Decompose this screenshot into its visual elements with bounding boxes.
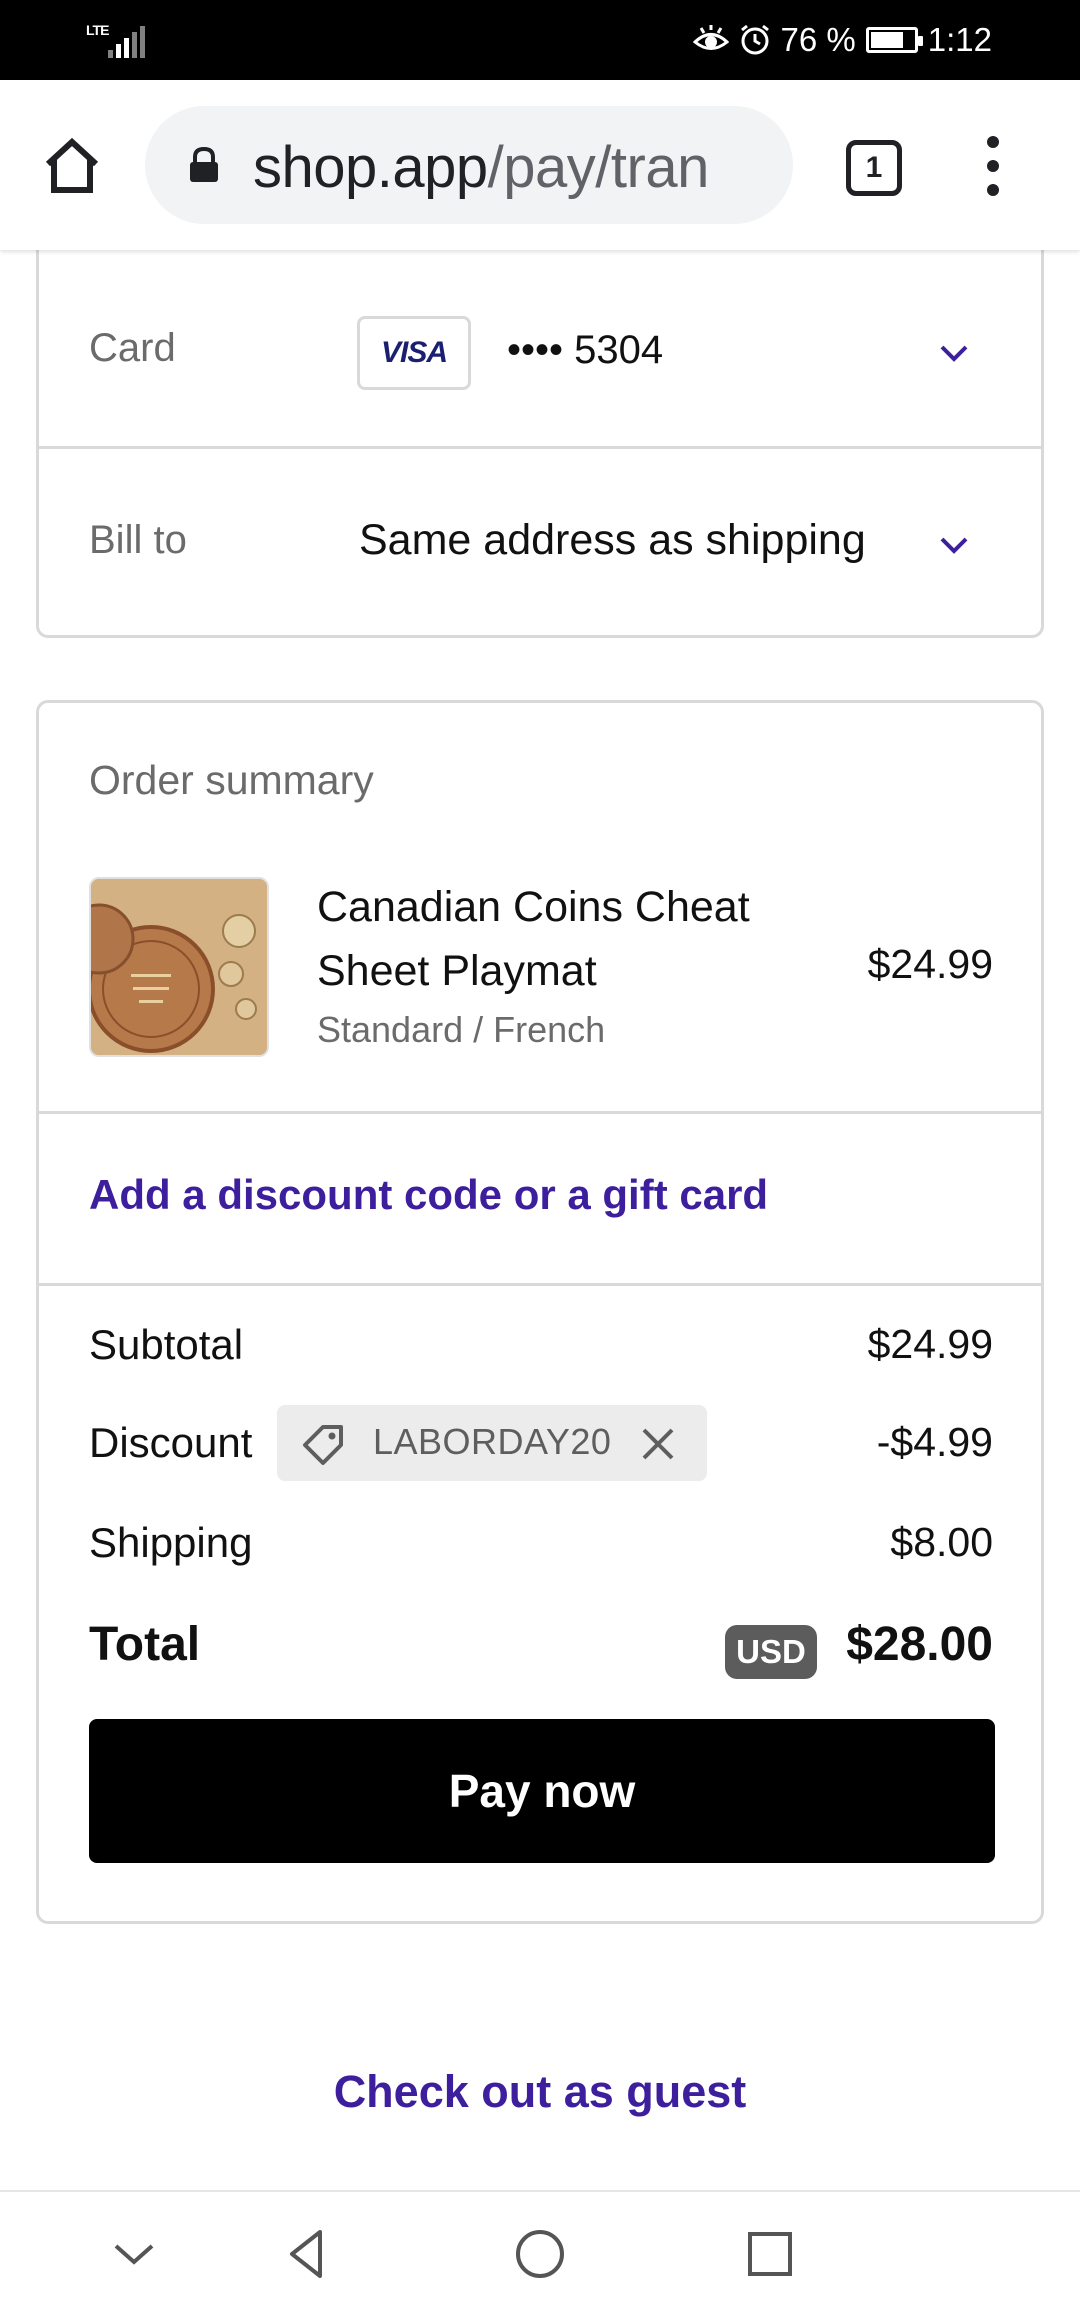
tabs-icon[interactable]: 1 xyxy=(846,140,902,196)
card-chevron-down-icon[interactable] xyxy=(937,336,971,370)
row-divider xyxy=(39,1111,1041,1114)
discount-label: Discount xyxy=(89,1419,253,1466)
alarm-icon xyxy=(740,24,769,55)
recents-icon[interactable] xyxy=(742,2226,798,2282)
visa-logo: VISA xyxy=(357,316,471,390)
shipping-label: Shipping xyxy=(89,1519,253,1566)
shipping-value: $8.00 xyxy=(890,1519,993,1565)
url-host: shop.app xyxy=(253,135,488,200)
status-bar: LTE 76 % 1:12 xyxy=(0,0,1080,80)
browser-toolbar: shop.app/pay/tran 1 xyxy=(0,80,1080,250)
pay-now-button[interactable]: Pay now xyxy=(89,1719,995,1863)
product-thumbnail xyxy=(89,877,269,1057)
currency-badge: USD xyxy=(725,1625,817,1679)
payment-card: Card VISA •••• 5304 Bill to Same address… xyxy=(36,250,1044,638)
discount-code-chip: LABORDAY20 xyxy=(277,1405,707,1481)
lock-icon xyxy=(190,146,218,182)
order-summary-title: Order summary xyxy=(89,757,374,803)
card-number: •••• 5304 xyxy=(507,328,664,372)
bill-to-chevron-down-icon[interactable] xyxy=(937,528,971,562)
product-name: Canadian Coins Cheat Sheet Playmat xyxy=(317,883,750,995)
total-label: Total xyxy=(89,1618,201,1671)
back-icon[interactable] xyxy=(280,2226,336,2282)
total-value: $28.00 xyxy=(846,1618,993,1671)
checkout-as-guest-link[interactable]: Check out as guest xyxy=(0,2066,1080,2118)
home-icon[interactable] xyxy=(40,134,104,198)
remove-discount-close-icon[interactable] xyxy=(639,1425,677,1463)
address-bar[interactable]: shop.app/pay/tran xyxy=(145,106,793,224)
row-divider xyxy=(39,1283,1041,1286)
network-type: LTE xyxy=(86,22,109,38)
discount-value: -$4.99 xyxy=(876,1419,993,1465)
status-icons: 76 % 1:12 xyxy=(692,18,992,62)
add-discount-link[interactable]: Add a discount code or a gift card xyxy=(89,1171,768,1219)
bill-to-label: Bill to xyxy=(89,518,187,562)
order-summary-card: Order summary Canadian Coins Cheat Sheet… xyxy=(36,700,1044,1924)
url-text: shop.app/pay/tran xyxy=(253,134,709,201)
product-price: $24.99 xyxy=(867,941,993,987)
chevron-down-icon[interactable] xyxy=(106,2226,162,2282)
tag-icon xyxy=(303,1425,343,1465)
signal-bars-icon xyxy=(108,26,148,58)
menu-icon[interactable] xyxy=(978,136,1008,196)
system-nav-bar xyxy=(0,2190,1080,2312)
clock: 1:12 xyxy=(927,21,992,58)
home-nav-icon[interactable] xyxy=(512,2226,568,2282)
row-divider xyxy=(39,446,1041,449)
tab-count: 1 xyxy=(865,151,883,184)
discount-code: LABORDAY20 xyxy=(373,1421,612,1462)
subtotal-label: Subtotal xyxy=(89,1321,244,1368)
battery-level: 76 % xyxy=(780,21,856,58)
product-variant: Standard / French xyxy=(317,1009,606,1050)
coin-playmat-image xyxy=(91,879,267,1055)
eye-comfort-icon xyxy=(692,25,729,50)
battery-icon xyxy=(865,27,923,53)
signal-indicator: LTE xyxy=(86,22,146,58)
bill-to-value[interactable]: Same address as shipping xyxy=(359,516,866,565)
subtotal-value: $24.99 xyxy=(867,1321,993,1367)
card-label: Card xyxy=(89,326,176,370)
url-path: /pay/tran xyxy=(487,135,710,200)
